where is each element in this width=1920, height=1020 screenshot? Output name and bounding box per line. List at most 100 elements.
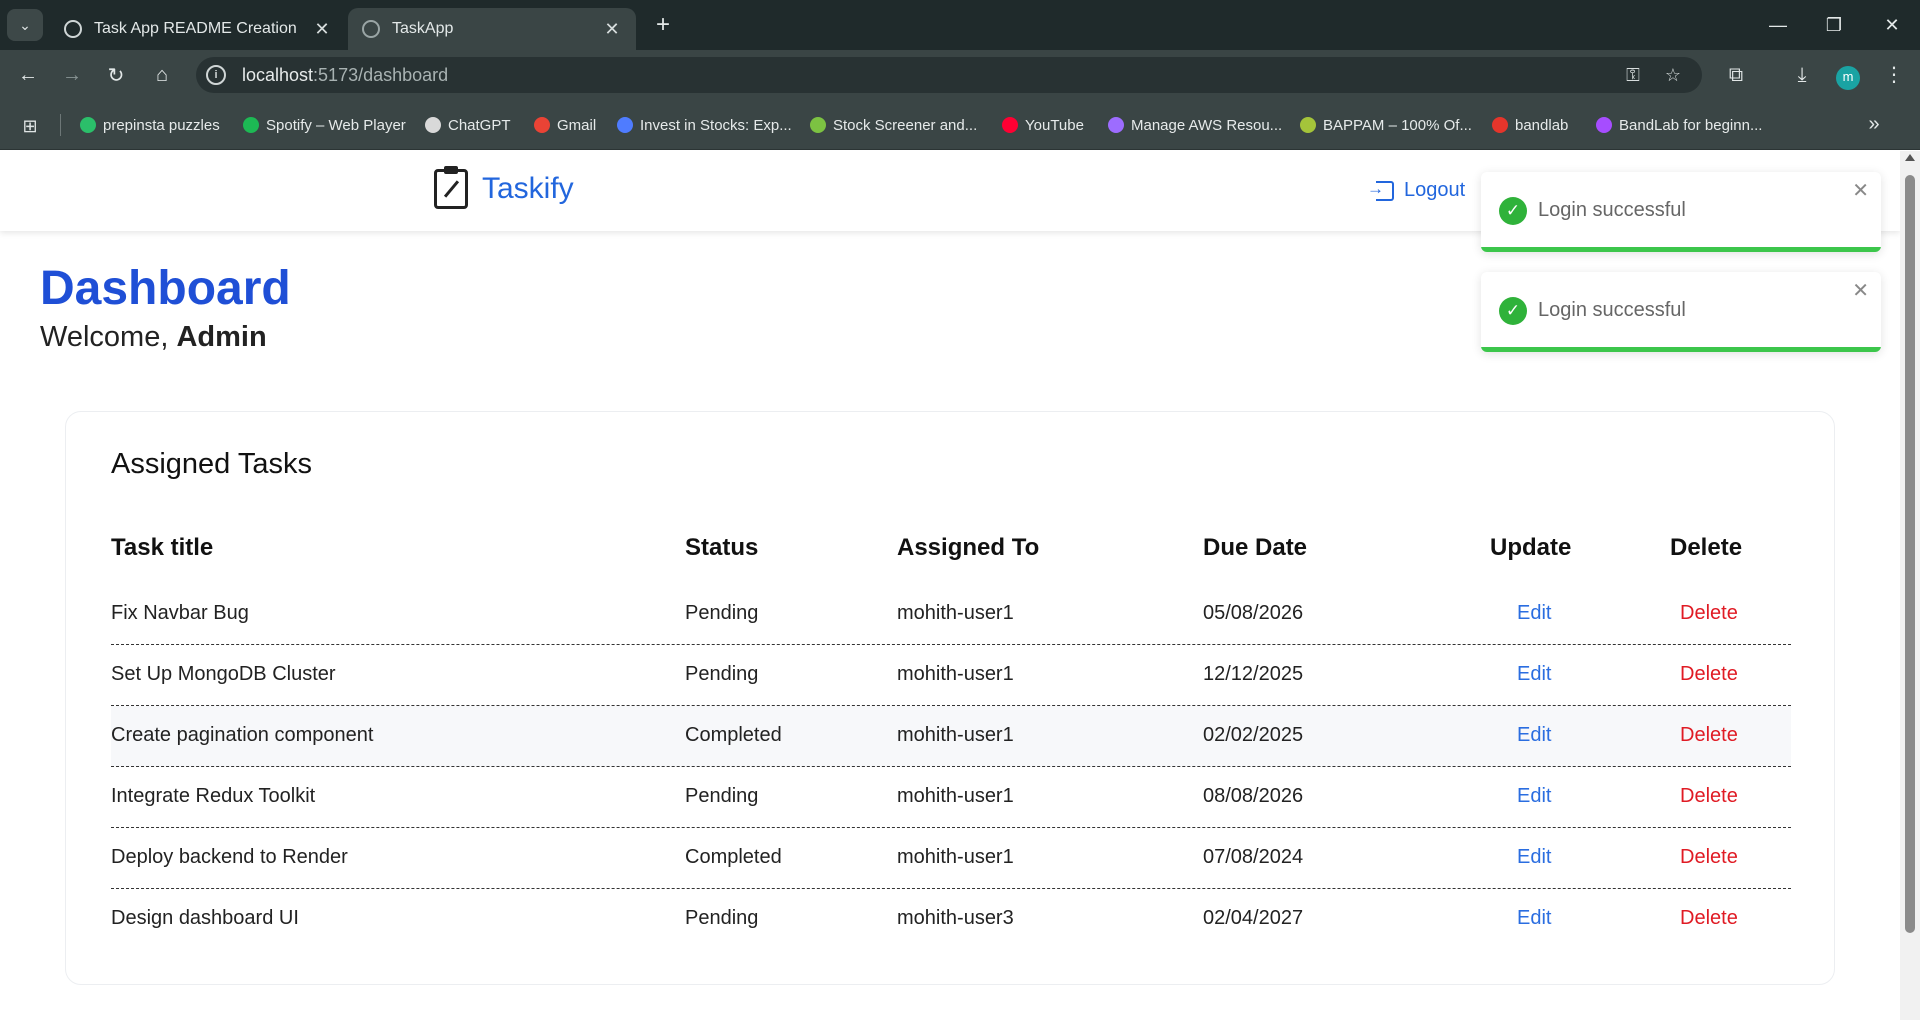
cell-due-date: 08/08/2026 <box>1203 785 1304 807</box>
bookmark-item[interactable]: prepinsta puzzles <box>80 113 220 137</box>
close-window-button[interactable]: ✕ <box>1864 0 1920 50</box>
scroll-thumb[interactable] <box>1905 175 1915 933</box>
profile-avatar[interactable]: m <box>1836 66 1860 90</box>
cell-assigned-to: mohith-user3 <box>897 907 1014 929</box>
new-tab-button[interactable]: + <box>650 10 676 40</box>
bookmark-label: BandLab for beginn... <box>1619 116 1763 134</box>
page-scrollbar[interactable] <box>1900 151 1920 1020</box>
delete-link[interactable]: Delete <box>1680 785 1738 808</box>
bookmark-item[interactable]: BAPPAM – 100% Of... <box>1300 113 1472 137</box>
cell-task-title: Integrate Redux Toolkit <box>111 785 316 807</box>
bookmark-item[interactable]: bandlab <box>1492 113 1568 137</box>
login-arrow-icon <box>1367 179 1394 201</box>
globe-favicon-icon <box>362 20 380 38</box>
logout-button[interactable]: Logout <box>1367 179 1466 202</box>
table-row: Integrate Redux Toolkit Pending mohith-use… <box>111 767 1791 828</box>
tasks-table: Task title Status Assigned To Due Date U… <box>111 522 1791 950</box>
cell-task-title: Create pagination component <box>111 724 374 746</box>
check-circle-icon: ✓ <box>1499 197 1527 225</box>
delete-link[interactable]: Delete <box>1680 724 1738 747</box>
minimize-window-button[interactable]: — <box>1750 0 1806 50</box>
bookmark-favicon-icon <box>1300 117 1316 133</box>
menu-kebab-icon[interactable]: ⋮ <box>1880 61 1908 89</box>
bookmark-favicon-icon <box>243 117 259 133</box>
bookmark-item[interactable]: Invest in Stocks: Exp... <box>617 113 792 137</box>
cell-assigned-to: mohith-user1 <box>897 602 1014 624</box>
bookmark-item[interactable]: Spotify – Web Player <box>243 113 406 137</box>
bookmark-favicon-icon <box>617 117 633 133</box>
tab-taskapp[interactable]: TaskApp ✕ <box>348 8 636 50</box>
cell-task-title: Deploy backend to Render <box>111 846 348 868</box>
tab-search-button[interactable]: ⌄ <box>7 9 43 41</box>
tab-close-icon[interactable]: ✕ <box>312 19 332 40</box>
table-body: Fix Navbar Bug Pending mohith-user1 05/08/2… <box>111 584 1791 950</box>
delete-link[interactable]: Delete <box>1680 663 1738 686</box>
delete-link[interactable]: Delete <box>1680 846 1738 869</box>
welcome-message: Welcome, Admin <box>40 321 267 353</box>
tab-readme-creation[interactable]: Task App README Creation ✕ <box>50 8 346 50</box>
cell-assigned-to: mohith-user1 <box>897 663 1014 685</box>
cell-task-title: Fix Navbar Bug <box>111 602 249 624</box>
delete-link[interactable]: Delete <box>1680 907 1738 930</box>
bookmark-favicon-icon <box>1492 117 1508 133</box>
brand-logo[interactable]: Taskify <box>434 166 574 209</box>
browser-toolbar: ← → ↻ ⌂ i localhost:5173/dashboard ⚿ ☆ ⧉… <box>0 50 1920 100</box>
table-header: Task title Status Assigned To Due Date U… <box>111 522 1791 584</box>
scroll-up-arrow-icon[interactable] <box>1905 154 1915 161</box>
toast-close-icon[interactable]: ✕ <box>1852 178 1869 203</box>
bookmark-item[interactable]: Gmail <box>534 113 596 137</box>
bookmarks-divider <box>60 114 61 136</box>
home-button[interactable]: ⌂ <box>146 59 178 91</box>
download-icon[interactable]: ⤓ <box>1788 61 1816 89</box>
forward-button[interactable]: → <box>56 59 88 91</box>
edit-link[interactable]: Edit <box>1517 846 1551 869</box>
password-key-icon[interactable]: ⚿ <box>1620 63 1646 87</box>
column-header-update: Update <box>1490 534 1572 561</box>
reload-button[interactable]: ↻ <box>100 59 132 91</box>
edit-link[interactable]: Edit <box>1517 907 1551 930</box>
toast-close-icon[interactable]: ✕ <box>1852 278 1869 303</box>
edit-link[interactable]: Edit <box>1517 663 1551 686</box>
bookmark-item[interactable]: YouTube <box>1002 113 1084 137</box>
cell-due-date: 12/12/2025 <box>1203 663 1304 685</box>
delete-link[interactable]: Delete <box>1680 602 1738 625</box>
edit-link[interactable]: Edit <box>1517 602 1551 625</box>
more-bookmarks-icon[interactable]: » <box>1862 112 1886 136</box>
logout-label: Logout <box>1404 179 1466 201</box>
toast-progress-bar <box>1481 247 1881 252</box>
cell-due-date: 02/02/2025 <box>1203 724 1304 746</box>
edit-link[interactable]: Edit <box>1517 724 1551 747</box>
home-icon: ⌂ <box>155 63 169 86</box>
address-bar[interactable]: i localhost:5173/dashboard ⚿ ☆ <box>196 57 1702 93</box>
bookmark-item[interactable]: BandLab for beginn... <box>1596 113 1762 137</box>
column-header-status: Status <box>685 534 759 561</box>
bookmark-label: prepinsta puzzles <box>103 116 220 134</box>
cell-assigned-to: mohith-user1 <box>897 724 1014 746</box>
restore-window-button[interactable]: ❐ <box>1806 0 1862 50</box>
toast-message: Login successful <box>1538 299 1686 321</box>
column-header-task-title: Task title <box>111 534 214 561</box>
bookmark-favicon-icon <box>810 117 826 133</box>
cell-status: Pending <box>685 907 759 929</box>
bookmark-label: Spotify – Web Player <box>266 116 406 134</box>
bookmark-label: Gmail <box>557 116 597 134</box>
cell-status: Completed <box>685 846 782 868</box>
bookmark-item[interactable]: Stock Screener and... <box>810 113 977 137</box>
restore-icon: ❐ <box>1825 14 1843 35</box>
bookmark-item[interactable]: Manage AWS Resou... <box>1108 113 1282 137</box>
tab-title: TaskApp <box>392 20 454 37</box>
cell-due-date: 07/08/2024 <box>1203 846 1304 868</box>
table-row: Create pagination component Completed mohi… <box>111 706 1791 767</box>
apps-grid-icon[interactable]: ⊞ <box>20 116 40 136</box>
bookmark-star-icon[interactable]: ☆ <box>1660 63 1686 87</box>
back-button[interactable]: ← <box>12 59 44 91</box>
bookmark-item[interactable]: ChatGPT <box>425 113 511 137</box>
tab-close-icon[interactable]: ✕ <box>602 19 622 40</box>
extensions-icon[interactable]: ⧉ <box>1722 61 1750 89</box>
edit-link[interactable]: Edit <box>1517 785 1551 808</box>
cell-due-date: 02/04/2027 <box>1203 907 1304 929</box>
toast-progress-bar <box>1481 347 1881 352</box>
site-info-icon[interactable]: i <box>206 65 226 85</box>
close-icon: ✕ <box>1884 14 1900 35</box>
toast-notification: ✓ Login successful ✕ <box>1481 172 1881 252</box>
